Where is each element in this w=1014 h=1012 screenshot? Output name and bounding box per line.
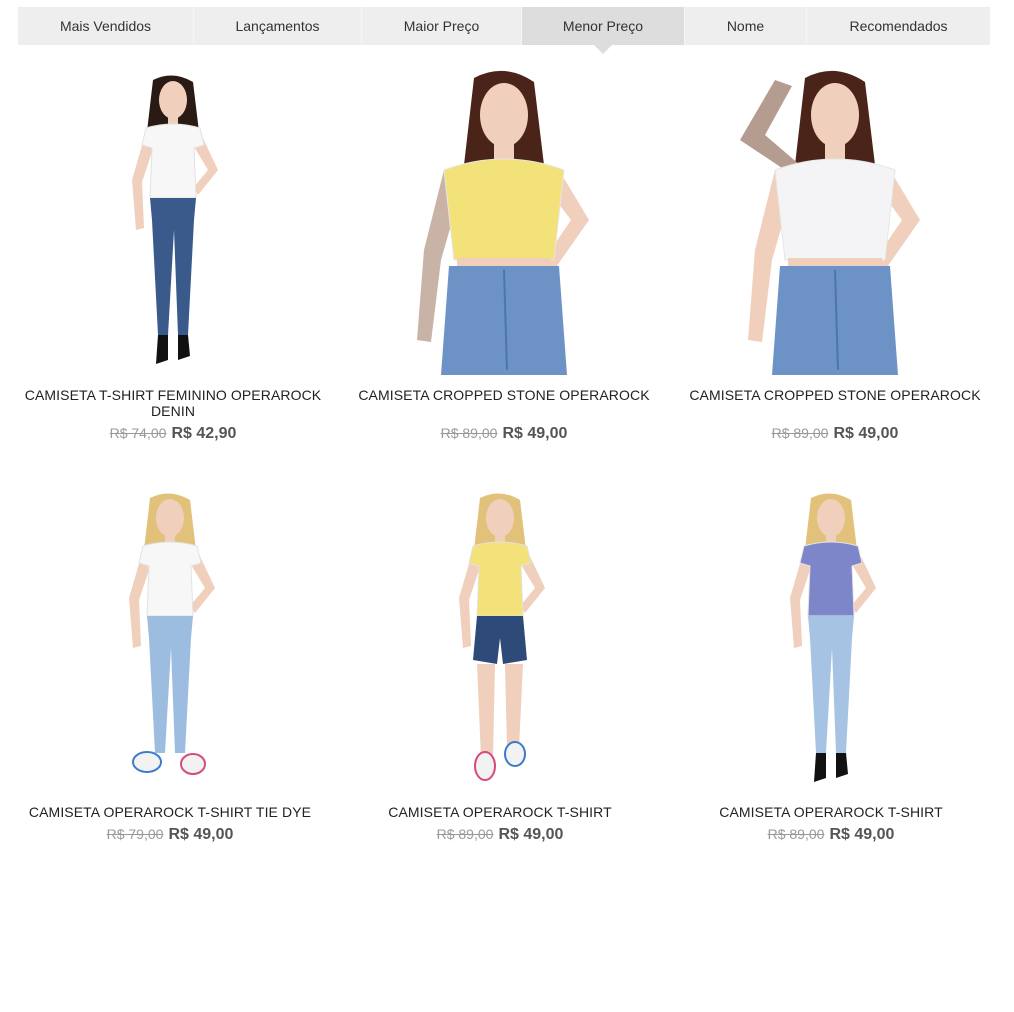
product-price: R$ 89,00 R$ 49,00 <box>680 423 990 444</box>
product-card[interactable]: CAMISETA CROPPED STONE OPERAROCK R$ 89,0… <box>349 70 659 444</box>
neck <box>825 140 845 160</box>
shirt <box>799 541 863 617</box>
shirt <box>443 158 565 261</box>
product-image[interactable] <box>680 70 990 375</box>
face <box>817 499 845 537</box>
product-name[interactable]: CAMISETA OPERAROCK T-SHIRT <box>676 804 986 820</box>
face <box>811 83 859 147</box>
model-photo <box>129 493 215 775</box>
old-price: R$ 89,00 <box>440 425 498 441</box>
model-photo <box>459 493 545 781</box>
sale-price: R$ 49,00 <box>498 826 564 843</box>
model-photo <box>790 493 876 782</box>
left-shoe <box>156 335 168 364</box>
left-shoe <box>814 753 826 782</box>
old-price: R$ 89,00 <box>771 425 829 441</box>
sale-price: R$ 42,90 <box>171 425 237 442</box>
product-name[interactable]: CAMISETA CROPPED STONE OPERAROCK <box>680 387 990 403</box>
sale-price: R$ 49,00 <box>829 826 895 843</box>
left-sneaker <box>474 751 496 781</box>
product-card[interactable]: CAMISETA CROPPED STONE OPERAROCK R$ 89,0… <box>680 70 990 444</box>
product-card[interactable]: CAMISETA T-SHIRT FEMININO OPERAROCK DENI… <box>18 70 328 444</box>
product-price: R$ 89,00 R$ 49,00 <box>349 423 659 444</box>
right-shoe <box>836 753 848 778</box>
product-name[interactable]: CAMISETA T-SHIRT FEMININO OPERAROCK DENI… <box>18 387 328 419</box>
product-price: R$ 89,00 R$ 49,00 <box>676 824 986 845</box>
shirt <box>141 123 205 199</box>
face <box>156 499 184 537</box>
old-price: R$ 89,00 <box>436 826 494 842</box>
product-image[interactable] <box>345 488 655 793</box>
shirt <box>774 158 896 261</box>
product-card[interactable]: CAMISETA OPERAROCK T-SHIRT R$ 89,00 R$ 49… <box>345 488 655 845</box>
product-price: R$ 74,00 R$ 42,90 <box>18 423 328 444</box>
model-photo <box>417 70 589 375</box>
jeans <box>150 198 196 335</box>
shirt <box>468 541 532 617</box>
neck <box>494 140 514 160</box>
sale-price: R$ 49,00 <box>833 425 899 442</box>
product-name[interactable]: CAMISETA OPERAROCK T-SHIRT <box>345 804 655 820</box>
product-image[interactable] <box>676 488 986 793</box>
face <box>159 81 187 119</box>
old-price: R$ 74,00 <box>109 425 167 441</box>
right-sneaker <box>180 753 206 775</box>
old-price: R$ 79,00 <box>106 826 164 842</box>
right-sneaker <box>504 741 526 767</box>
sale-price: R$ 49,00 <box>502 425 568 442</box>
product-price: R$ 79,00 R$ 49,00 <box>15 824 325 845</box>
product-image[interactable] <box>349 70 659 375</box>
right-leg <box>505 664 523 748</box>
right-shoe <box>178 335 190 360</box>
left-leg <box>477 664 495 758</box>
jeans <box>808 616 854 753</box>
product-grid: CAMISETA T-SHIRT FEMININO OPERAROCK DENI… <box>0 0 1014 1012</box>
raised-arm <box>740 80 800 170</box>
product-card[interactable]: CAMISETA OPERAROCK T-SHIRT TIE DYE R$ 79… <box>15 488 325 845</box>
sale-price: R$ 49,00 <box>168 826 234 843</box>
left-sneaker <box>132 751 162 773</box>
product-image[interactable] <box>18 70 328 375</box>
product-card[interactable]: CAMISETA OPERAROCK T-SHIRT R$ 89,00 R$ 49… <box>676 488 986 845</box>
model-photo <box>740 70 920 375</box>
product-price: R$ 89,00 R$ 49,00 <box>345 824 655 845</box>
face <box>486 499 514 537</box>
shirt <box>138 541 202 617</box>
product-name[interactable]: CAMISETA CROPPED STONE OPERAROCK <box>349 387 659 403</box>
model-photo <box>132 75 218 364</box>
face <box>480 83 528 147</box>
product-name[interactable]: CAMISETA OPERAROCK T-SHIRT TIE DYE <box>15 804 325 820</box>
jeans <box>147 616 193 753</box>
product-image[interactable] <box>15 488 325 793</box>
shorts <box>473 616 527 664</box>
old-price: R$ 89,00 <box>767 826 825 842</box>
